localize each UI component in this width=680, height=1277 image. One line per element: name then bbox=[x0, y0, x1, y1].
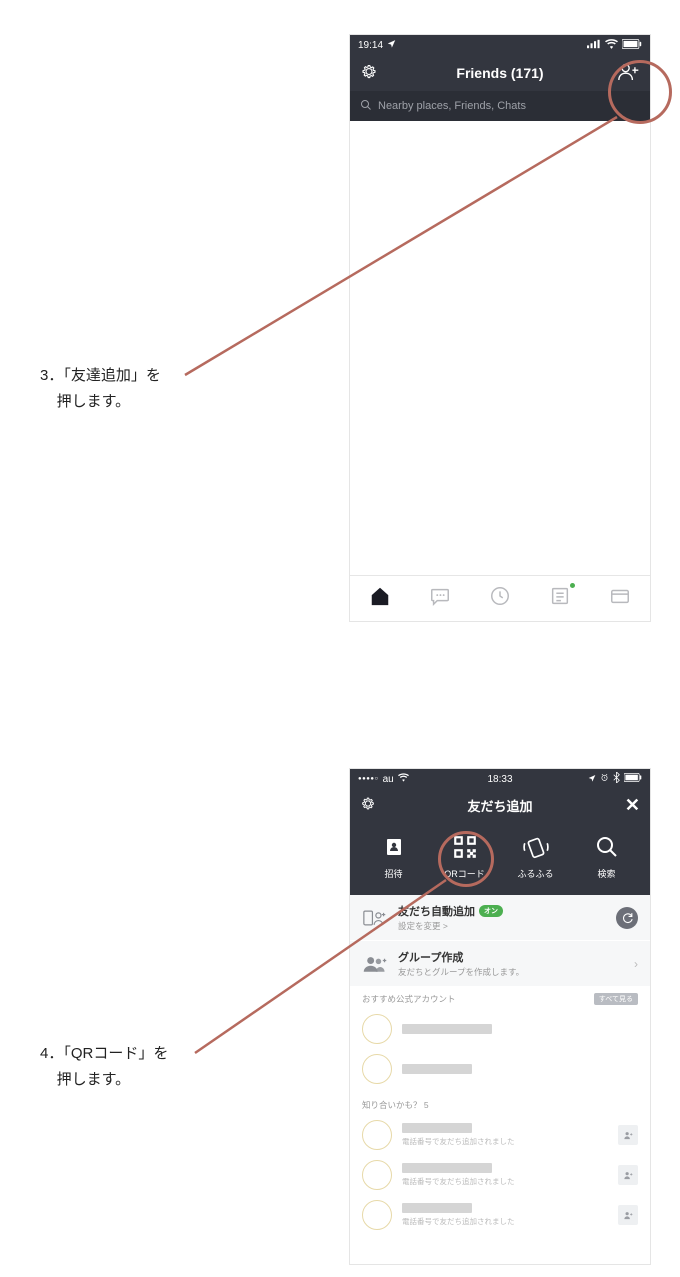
signal-icon bbox=[587, 39, 601, 52]
row-auto-add[interactable]: 友だち自動追加 オン 設定を変更 > bbox=[350, 895, 650, 941]
addfriends-title: 友だち追加 bbox=[467, 796, 532, 815]
redacted-name bbox=[402, 1024, 492, 1034]
search-placeholder: Nearby places, Friends, Chats bbox=[378, 100, 526, 112]
redacted-name bbox=[402, 1163, 492, 1173]
sync-button[interactable] bbox=[616, 907, 638, 929]
tab-home[interactable] bbox=[369, 585, 391, 612]
option-search-label: 検索 bbox=[597, 867, 615, 880]
location-arrow-icon bbox=[387, 39, 396, 51]
added-via-phone-note: 電話番号で友だち追加されました bbox=[402, 1176, 608, 1187]
statusbar: 19:14 bbox=[350, 35, 650, 55]
addfriends-options: 招待 QRコード ふるふる bbox=[350, 821, 650, 895]
tab-chats[interactable] bbox=[429, 585, 451, 612]
status-time: 18:33 bbox=[487, 774, 512, 785]
tab-timeline[interactable] bbox=[489, 585, 511, 612]
step4-line1: 「QRコード」を bbox=[63, 1045, 168, 1062]
option-invite[interactable]: 招待 bbox=[364, 833, 424, 880]
row-create-group[interactable]: グループ作成 友だちとグループを作成します。 › bbox=[350, 941, 650, 987]
add-friend-small-button[interactable] bbox=[618, 1125, 638, 1145]
option-search[interactable]: 検索 bbox=[577, 833, 637, 880]
group-sub: 友だちとグループを作成します。 bbox=[398, 966, 624, 978]
bottom-tabbar bbox=[350, 575, 650, 621]
statusbar: ●●●●○ au 18:33 bbox=[350, 769, 650, 789]
search-bar[interactable]: Nearby places, Friends, Chats bbox=[350, 91, 650, 121]
redacted-name bbox=[402, 1064, 472, 1074]
avatar-placeholder-icon bbox=[362, 1120, 392, 1150]
recommended-item[interactable] bbox=[350, 1049, 650, 1089]
maybe-title: 知り合いかも？ 5 bbox=[362, 1099, 429, 1111]
add-friend-small-button[interactable] bbox=[618, 1165, 638, 1185]
maybe-item[interactable]: 電話番号で友だち追加されました bbox=[350, 1115, 650, 1155]
option-invite-label: 招待 bbox=[384, 867, 402, 880]
redacted-name bbox=[402, 1123, 472, 1133]
tab-wallet[interactable] bbox=[609, 585, 631, 612]
wifi-icon bbox=[605, 39, 618, 52]
carrier-label: au bbox=[383, 774, 394, 785]
status-time: 19:14 bbox=[358, 40, 383, 51]
gear-icon[interactable] bbox=[360, 63, 378, 84]
battery-icon bbox=[622, 39, 642, 52]
option-shake-label: ふるふる bbox=[517, 867, 553, 880]
carrier-signal-dots: ●●●●○ bbox=[358, 776, 379, 782]
tab-news[interactable] bbox=[549, 585, 571, 612]
chevron-right-icon: › bbox=[634, 957, 638, 971]
qrcode-icon bbox=[451, 833, 479, 861]
maybe-item[interactable]: 電話番号で友だち追加されました bbox=[350, 1195, 650, 1235]
search-icon bbox=[360, 99, 372, 114]
search-icon bbox=[593, 833, 621, 861]
avatar-placeholder-icon bbox=[362, 1014, 392, 1044]
auto-add-sub: 設定を変更 > bbox=[398, 920, 606, 932]
location-arrow-icon bbox=[588, 774, 596, 785]
section-recommended-header: おすすめ公式アカウント すべて見る bbox=[350, 987, 650, 1009]
recommended-title: おすすめ公式アカウント bbox=[362, 993, 456, 1005]
add-friend-icon[interactable] bbox=[618, 62, 640, 85]
option-qrcode[interactable]: QRコード bbox=[435, 833, 495, 880]
close-icon[interactable]: ✕ bbox=[625, 796, 640, 814]
option-shake[interactable]: ふるふる bbox=[506, 833, 566, 880]
invite-icon bbox=[380, 833, 408, 861]
maybe-item[interactable]: 電話番号で友だち追加されました bbox=[350, 1155, 650, 1195]
see-all-button[interactable]: すべて見る bbox=[594, 993, 638, 1005]
group-icon bbox=[362, 951, 388, 977]
alarm-icon bbox=[600, 773, 609, 785]
auto-add-icon bbox=[362, 905, 388, 931]
step4-line2: 押します。 bbox=[57, 1071, 131, 1088]
header-title: Friends (171) bbox=[456, 65, 543, 81]
bluetooth-icon bbox=[613, 772, 620, 786]
recommended-item[interactable] bbox=[350, 1009, 650, 1049]
gear-icon[interactable] bbox=[360, 796, 376, 815]
avatar-placeholder-icon bbox=[362, 1054, 392, 1084]
added-via-phone-note: 電話番号で友だち追加されました bbox=[402, 1216, 608, 1227]
shake-icon bbox=[522, 833, 550, 861]
group-title: グループ作成 bbox=[398, 949, 463, 965]
added-via-phone-note: 電話番号で友だち追加されました bbox=[402, 1136, 608, 1147]
phone1-friends-screen: 19:14 Friends (171) bbox=[350, 35, 650, 621]
section-maybe-header: 知り合いかも？ 5 bbox=[350, 1089, 650, 1115]
add-friend-small-button[interactable] bbox=[618, 1205, 638, 1225]
avatar-placeholder-icon bbox=[362, 1200, 392, 1230]
wifi-icon bbox=[398, 773, 409, 785]
badge-on: オン bbox=[479, 905, 503, 917]
notification-dot-icon bbox=[570, 583, 575, 588]
step3-caption: 3．「友達追加」を 押します。 bbox=[40, 363, 161, 414]
friends-header: Friends (171) bbox=[350, 55, 650, 91]
step4-number: 4． bbox=[40, 1045, 63, 1062]
step3-number: 3． bbox=[40, 367, 63, 384]
redacted-name bbox=[402, 1203, 472, 1213]
step3-line2: 押します。 bbox=[57, 393, 131, 410]
battery-icon bbox=[624, 773, 642, 785]
step4-caption: 4．「QRコード」を 押します。 bbox=[40, 1041, 168, 1092]
step3-line1: 「友達追加」を bbox=[63, 367, 161, 384]
addfriends-header: 友だち追加 ✕ bbox=[350, 789, 650, 821]
phone2-addfriends-screen: ●●●●○ au 18:33 友だち追加 ✕ bbox=[350, 769, 650, 1264]
option-qr-label: QRコード bbox=[444, 867, 485, 880]
auto-add-title: 友だち自動追加 bbox=[398, 903, 475, 919]
avatar-placeholder-icon bbox=[362, 1160, 392, 1190]
friends-content-area bbox=[350, 121, 650, 575]
